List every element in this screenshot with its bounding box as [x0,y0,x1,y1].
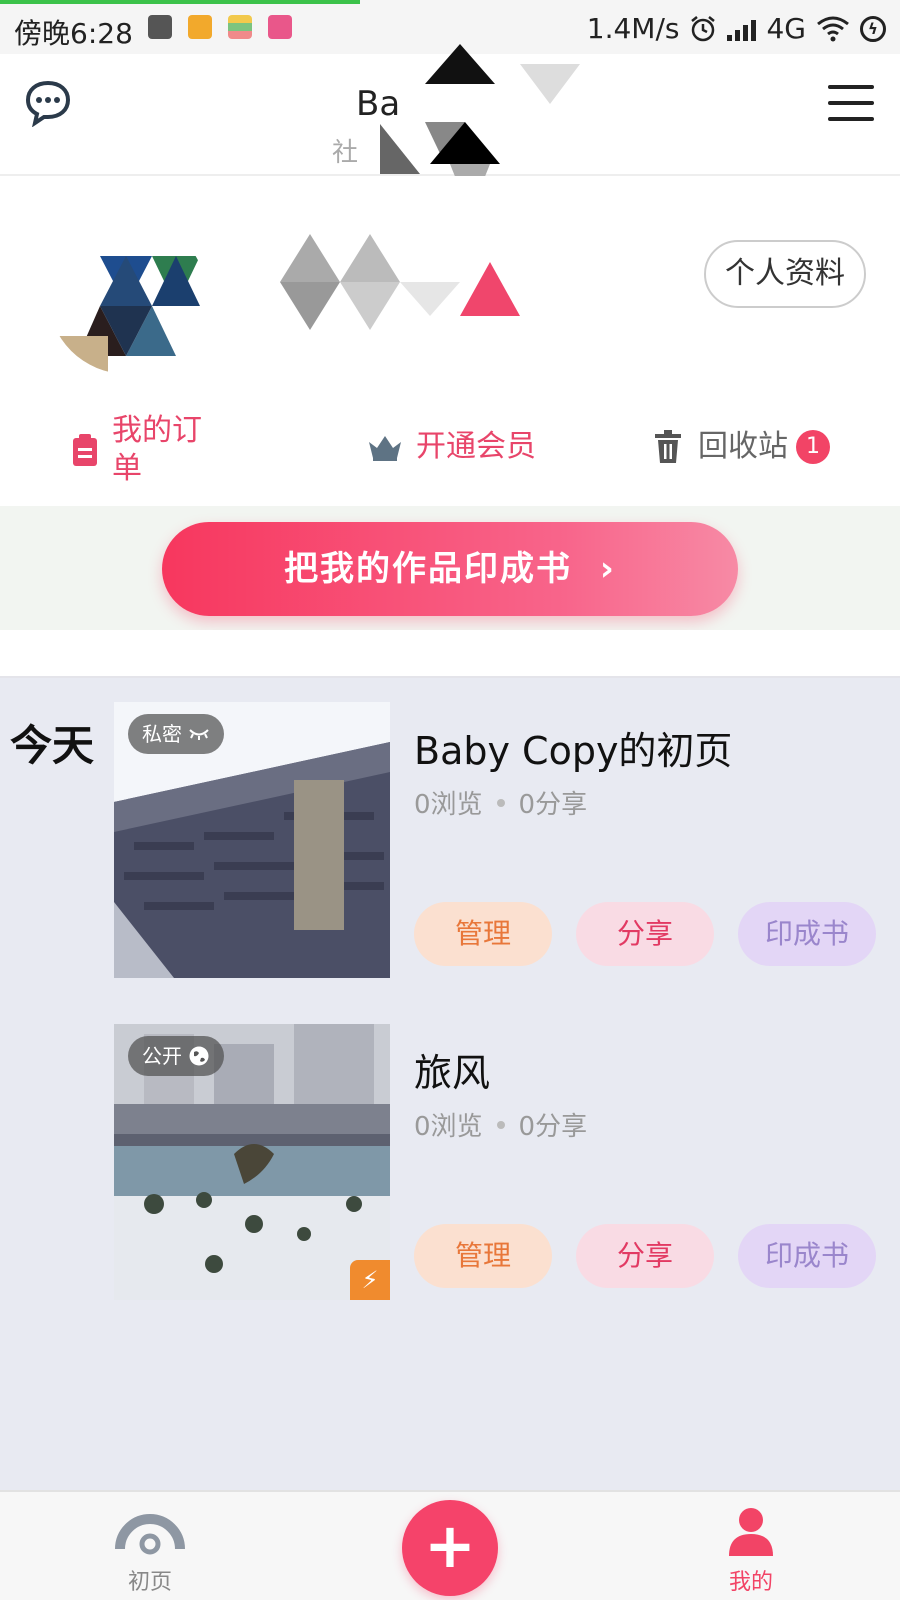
manage-button[interactable]: 管理 [414,902,552,966]
chevron-right-icon: › [599,549,616,589]
print-button[interactable]: 印成书 [738,902,876,966]
work-thumbnail[interactable]: 私密 [114,702,390,978]
stats-separator [496,798,505,807]
crown-icon [369,436,401,461]
work-actions: 管理 分享 印成书 [414,1224,876,1288]
nav-me[interactable]: 我的 [706,1504,796,1596]
view-count: 0浏览 [414,790,483,820]
date-group-label: 今天 [10,721,95,770]
globe-icon [189,1046,209,1066]
work-stats: 0浏览 0分享 [414,1106,587,1143]
privacy-tag-label: 公开 [142,1044,182,1068]
share-button[interactable]: 分享 [576,1224,714,1288]
network-speed: 1.4M/s [586,12,680,45]
chat-bubble-icon[interactable] [24,79,72,127]
print-button[interactable]: 印成书 [738,1224,876,1288]
app-header: Ba 社 [0,44,900,214]
share-count: 0分享 [518,790,588,820]
lightning-icon: ⚡ [350,1260,390,1300]
membership-action[interactable]: 开通会员 [366,428,536,466]
privacy-tag: 私密 [128,714,224,754]
membership-label: 开通会员 [416,429,536,464]
charging-icon: ϟ [860,15,886,42]
work-card[interactable]: 私密 Baby Copy的初页 0浏览 0分享 管理 分享 印成书 [114,702,876,978]
stats-separator [496,1120,505,1129]
status-time: 傍晚6:28 [14,17,133,50]
bottom-navigation: 初页 + 我的 [0,1490,900,1600]
closed-eye-icon [189,729,209,740]
alarm-icon [691,15,716,41]
user-icon [729,1508,773,1556]
privacy-tag: 公开 [128,1036,224,1076]
status-right: 1.4M/s 4G ϟ [587,12,886,45]
nav-home-label: 初页 [127,1570,172,1595]
profile-info-button[interactable]: 个人资料 [704,240,866,308]
stripes-app-icon [228,15,252,39]
nav-me-label: 我的 [728,1570,773,1595]
work-stats: 0浏览 0分享 [414,784,587,821]
work-card[interactable]: 公开 ⚡ 旅风 0浏览 0分享 管理 分享 印成书 [114,1024,876,1300]
work-title[interactable]: Baby Copy的初页 [414,720,732,775]
print-book-label: 把我的作品印成书 [284,549,573,589]
share-button[interactable]: 分享 [576,902,714,966]
pink-app-icon [268,15,292,39]
home-arc-icon [115,1514,185,1555]
recycle-bin-label: 回收站 [698,429,788,464]
profile-section: 个人资料 我的订单 开通会员 回收站 1 [0,176,900,506]
recycle-bin-badge: 1 [796,430,830,464]
avatar-mosaic [48,216,206,374]
print-promo-section: 把我的作品印成书 › [0,506,900,630]
work-title[interactable]: 旅风 [414,1042,490,1097]
work-actions: 管理 分享 印成书 [414,902,876,966]
work-thumbnail[interactable]: 公开 ⚡ [114,1024,390,1300]
view-count: 0浏览 [414,1112,483,1142]
hamburger-menu-icon[interactable] [828,85,874,121]
manage-button[interactable]: 管理 [414,1224,552,1288]
wifi-icon [817,16,849,41]
username-mosaic [280,234,520,330]
plus-icon: + [424,1509,476,1582]
share-count: 0分享 [518,1112,588,1142]
bear-app-icon [188,15,212,39]
network-type: 4G [766,12,806,45]
page-subtitle: 社 [332,138,359,168]
my-orders-action[interactable]: 我的订单 [70,412,222,488]
user-avatar[interactable] [48,216,206,374]
my-orders-label: 我的订单 [112,413,202,486]
loading-progress-bar [0,0,360,4]
print-book-button[interactable]: 把我的作品印成书 › [162,522,738,616]
square-notification-icon [148,15,172,39]
trash-icon [655,430,681,463]
create-plus-button[interactable]: + [402,1500,498,1596]
privacy-tag-label: 私密 [142,722,182,746]
nav-home[interactable]: 初页 [110,1504,190,1596]
signal-icon [727,17,757,41]
clipboard-icon [73,434,97,466]
recycle-bin-action[interactable]: 回收站 1 [654,428,830,466]
section-divider [0,630,900,678]
